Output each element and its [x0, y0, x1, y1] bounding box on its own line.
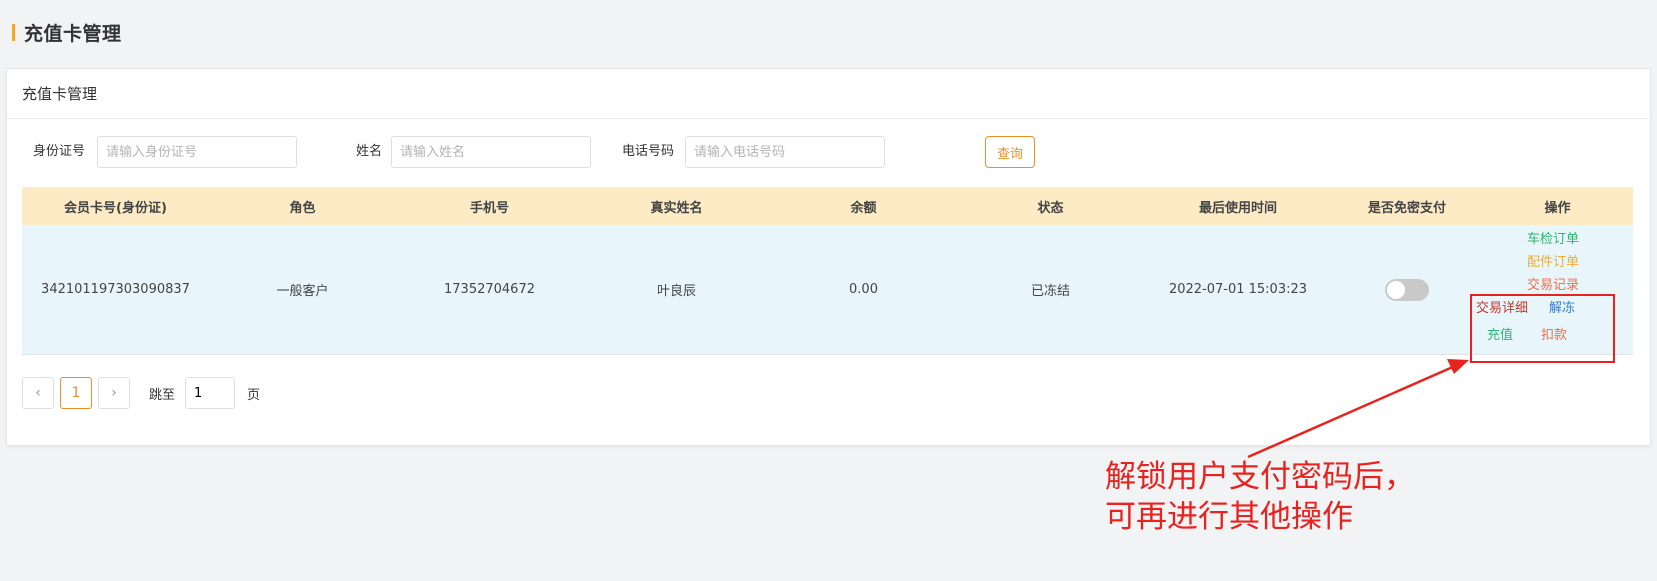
- table-header: 会员卡号(身份证) 角色 手机号 真实姓名 余额 状态 最后使用时间 是否免密支…: [22, 187, 1633, 225]
- inspection-orders-link[interactable]: 车检订单: [1527, 228, 1579, 247]
- phone-label: 电话号码: [622, 144, 675, 159]
- col-last-used: 最后使用时间: [1198, 200, 1277, 216]
- parts-orders-link[interactable]: 配件订单: [1527, 251, 1579, 270]
- cell-balance: 0.00: [849, 282, 878, 297]
- card-management-panel: 充值卡管理 身份证号 姓名 电话号码 查询 会员卡号(身份证) 角色 手机号 真…: [6, 68, 1651, 446]
- page-suffix: 页: [247, 387, 261, 403]
- phone-input[interactable]: [685, 136, 885, 168]
- jump-page-input[interactable]: [185, 377, 236, 409]
- pagination: ‹ 1 › 跳至 页: [22, 377, 260, 409]
- cell-role: 一般客户: [276, 284, 329, 299]
- id-number-label: 身份证号: [33, 144, 86, 159]
- cell-card-no: 342101197303090837: [41, 282, 190, 297]
- col-status: 状态: [1037, 200, 1064, 216]
- col-balance: 余额: [850, 200, 877, 216]
- page-1-button[interactable]: 1: [60, 377, 92, 409]
- toggle-knob: [1387, 280, 1405, 299]
- col-card-no: 会员卡号(身份证): [64, 200, 167, 216]
- col-phone: 手机号: [469, 200, 509, 216]
- annotation-text: 解锁用户支付密码后， 可再进行其他操作: [1105, 459, 1415, 535]
- annotation-highlight-box: [1470, 294, 1615, 363]
- page-title-text: 充值卡管理: [24, 22, 122, 45]
- panel-header: 充值卡管理: [7, 69, 1650, 119]
- card-table: 会员卡号(身份证) 角色 手机号 真实姓名 余额 状态 最后使用时间 是否免密支…: [22, 187, 1633, 355]
- query-button[interactable]: 查询: [985, 136, 1035, 168]
- title-accent-bar: [12, 23, 15, 41]
- cell-phone: 17352704672: [444, 282, 535, 297]
- page-title: 充值卡管理: [12, 20, 122, 45]
- col-real-name: 真实姓名: [650, 200, 703, 216]
- prev-page-button[interactable]: ‹: [22, 377, 54, 409]
- cell-last-used: 2022-07-01 15:03:23: [1168, 282, 1308, 297]
- jump-label: 跳至: [149, 387, 176, 403]
- col-operations: 操作: [1544, 200, 1571, 216]
- cell-status: 已冻结: [1030, 284, 1070, 299]
- next-page-button[interactable]: ›: [98, 377, 130, 409]
- transaction-records-link[interactable]: 交易记录: [1527, 274, 1579, 293]
- col-role: 角色: [289, 200, 316, 216]
- cell-real-name: 叶良辰: [656, 284, 696, 299]
- id-number-input[interactable]: [97, 136, 297, 168]
- cell-password-free: [1332, 278, 1482, 301]
- table-row: 342101197303090837 一般客户 17352704672 叶良辰 …: [22, 225, 1633, 355]
- name-input[interactable]: [391, 136, 591, 168]
- password-free-toggle[interactable]: [1385, 278, 1429, 301]
- name-label: 姓名: [356, 144, 383, 159]
- col-password-free: 是否免密支付: [1367, 200, 1446, 216]
- search-form: 身份证号 姓名 电话号码 查询: [7, 136, 1650, 168]
